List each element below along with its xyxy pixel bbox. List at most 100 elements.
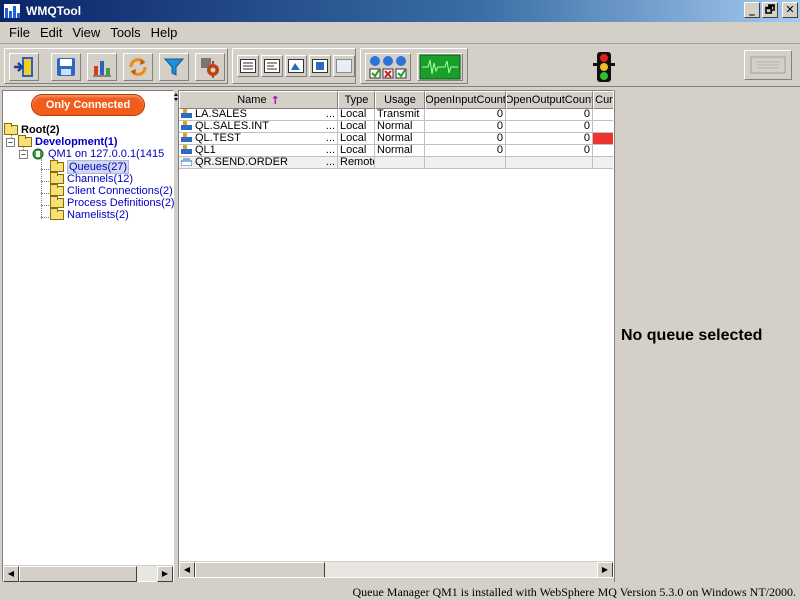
view-chart-button[interactable]: [285, 55, 307, 77]
column-header-name[interactable]: Name ↑: [179, 91, 338, 109]
collapse-icon[interactable]: −: [19, 149, 28, 159]
view-list-button[interactable]: [237, 55, 259, 77]
scroll-left-icon[interactable]: ◀: [179, 562, 195, 577]
tree-label-process-definitions: Process Definitions(2): [67, 197, 175, 209]
folder-icon: [50, 196, 64, 208]
refresh-icon: [129, 58, 147, 76]
remote-queue-icon: [181, 158, 192, 166]
collapse-icon[interactable]: −: [6, 137, 15, 147]
folder-open-icon: [18, 135, 32, 147]
cell-cur: [593, 109, 613, 121]
column-header-type[interactable]: Type: [338, 91, 375, 109]
view-blank-button[interactable]: [333, 55, 355, 77]
status-bar: Queue Manager QM1 is installed with WebS…: [0, 583, 800, 600]
table-row[interactable]: QL.SALES.INT... Local Normal 0 0: [179, 121, 613, 133]
menu-help[interactable]: Help: [146, 25, 183, 40]
cell-usage: Normal: [375, 145, 425, 157]
cell-open-output: 0: [506, 109, 593, 121]
app-window: WMQTool _ 🗗 ✕ File Edit View Tools Help: [0, 0, 800, 600]
tree-node-root[interactable]: Root(2): [4, 123, 60, 136]
column-header-open-input-count[interactable]: OpenInputCount: [425, 91, 506, 109]
local-queue-icon: [181, 109, 192, 118]
cell-type: Local: [338, 109, 375, 121]
menu-edit[interactable]: Edit: [35, 25, 67, 40]
folder-icon: [50, 184, 64, 196]
chart-button[interactable]: [87, 53, 117, 81]
maximize-button[interactable]: 🗗: [762, 2, 778, 18]
cell-type: Local: [338, 121, 375, 133]
table-body: LA.SALES... Local Transmit 0 0 QL.SALES.…: [179, 109, 613, 169]
folder-icon: [50, 160, 64, 172]
cell-usage: [375, 157, 425, 169]
tree-node-process-definitions[interactable]: Process Definitions(2): [50, 196, 175, 209]
tree-node-namelists[interactable]: Namelists(2): [50, 208, 129, 221]
status-text: Queue Manager QM1 is installed with WebS…: [352, 585, 796, 599]
menu-file[interactable]: File: [4, 25, 35, 40]
tree-node-client-connections[interactable]: Client Connections(2): [50, 184, 173, 197]
refresh-button[interactable]: [123, 53, 153, 81]
tree-node-channels[interactable]: Channels(12): [50, 172, 134, 185]
minimize-button[interactable]: _: [744, 2, 760, 18]
close-button[interactable]: ✕: [782, 2, 798, 18]
column-header-usage[interactable]: Usage: [375, 91, 425, 109]
local-queue-icon: [181, 145, 192, 154]
column-header-cur[interactable]: Cur: [593, 91, 613, 109]
scrollbar-thumb[interactable]: [19, 566, 137, 582]
status-lights-button[interactable]: [365, 53, 411, 81]
table-row[interactable]: QR.SEND.ORDER... Remote: [179, 157, 613, 169]
chart-icon: [93, 61, 111, 77]
tree-node-queues[interactable]: Queues(27): [50, 160, 130, 174]
cell-name: LA.SALES...: [179, 109, 338, 121]
cell-name: QR.SEND.ORDER...: [179, 157, 338, 169]
menu-view[interactable]: View: [67, 25, 105, 40]
cell-type: Local: [338, 133, 375, 145]
window-title: WMQTool: [26, 4, 82, 18]
title-bar[interactable]: WMQTool _ 🗗 ✕: [0, 0, 800, 22]
cell-usage: Transmit: [375, 109, 425, 121]
save-icon: [57, 58, 75, 76]
menu-tools[interactable]: Tools: [105, 25, 145, 40]
table-row[interactable]: QL1... Local Normal 0 0: [179, 145, 613, 157]
cell-open-input: 0: [425, 145, 506, 157]
only-connected-button[interactable]: Only Connected: [31, 94, 145, 116]
cell-open-output: 0: [506, 121, 593, 133]
tree-node-qmgr[interactable]: − QM1 on 127.0.0.1(1415: [19, 148, 164, 160]
table-row[interactable]: LA.SALES... Local Transmit 0 0: [179, 109, 613, 121]
cell-name: QL.TEST...: [179, 133, 338, 145]
toolbar-group-actions: [4, 48, 228, 84]
traffic-light-icon: [593, 52, 615, 82]
filter-icon: [163, 58, 185, 76]
tree-label-client-connections: Client Connections(2): [67, 185, 173, 197]
view-details-button[interactable]: [261, 55, 283, 77]
detail-panel: No queue selected: [614, 90, 800, 582]
exit-door-icon: [14, 57, 33, 77]
console-button[interactable]: [744, 50, 792, 80]
filter-button[interactable]: [159, 53, 189, 81]
scroll-right-icon[interactable]: ▶: [157, 566, 173, 582]
tree-node-development[interactable]: − Development(1): [6, 135, 118, 148]
tree-label-qmgr: QM1 on 127.0.0.1(1415: [48, 148, 165, 160]
toolbar-group-status: [360, 48, 468, 84]
tree-horizontal-scrollbar[interactable]: ◀ ▶: [3, 565, 173, 582]
scroll-right-icon[interactable]: ▶: [597, 562, 613, 577]
settings-button[interactable]: [195, 53, 225, 81]
exit-button[interactable]: [9, 53, 39, 81]
cell-cur-alert: [593, 133, 613, 145]
toolbar: [0, 45, 800, 87]
view-properties-button[interactable]: [309, 55, 331, 77]
settings-gear-icon: [201, 58, 219, 78]
table-horizontal-scrollbar[interactable]: ◀ ▶: [179, 561, 613, 577]
folder-icon: [50, 172, 64, 184]
cell-open-input: 0: [425, 133, 506, 145]
monitor-wave-icon: [419, 54, 461, 80]
monitor-button[interactable]: [417, 53, 463, 81]
save-button[interactable]: [51, 53, 81, 81]
cell-usage: Normal: [375, 121, 425, 133]
scroll-left-icon[interactable]: ◀: [3, 566, 19, 582]
queue-table: Name ↑ Type Usage OpenInputCount OpenOut…: [178, 90, 614, 578]
scrollbar-thumb[interactable]: [195, 562, 325, 577]
table-row[interactable]: QL.TEST... Local Normal 0 0: [179, 133, 613, 145]
tree-label-channels: Channels(12): [67, 173, 134, 185]
column-header-open-output-count[interactable]: OpenOutputCount: [506, 91, 593, 109]
view-chart-icon: [288, 59, 304, 73]
